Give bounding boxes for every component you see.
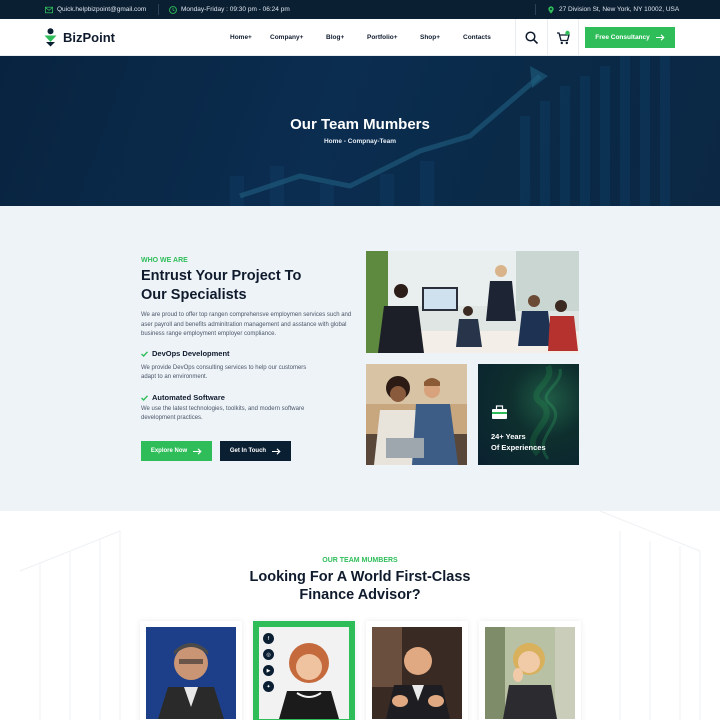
heading-line-1: Looking For A World First-Class <box>249 569 471 585</box>
header-divider <box>515 19 516 56</box>
top-info-bar: Quick.helpbizpoint@gmail.com Monday-Frid… <box>0 0 720 19</box>
logo-text: BizPoint <box>63 30 115 45</box>
breadcrumb[interactable]: Home - Compnay-Team <box>0 138 720 145</box>
free-consultancy-button[interactable]: Free Consultancy <box>585 27 675 48</box>
bizpoint-logo-icon <box>44 28 57 47</box>
member-portrait-image <box>485 627 575 719</box>
check-icon <box>141 350 148 357</box>
twitter-icon[interactable]: ✦ <box>263 681 274 692</box>
address-info: 27 Division St, New York, NY 10002, USA <box>547 0 679 19</box>
experience-label: Of Experiences <box>491 443 546 452</box>
mail-icon <box>45 6 53 13</box>
page-title: Our Team Mumbers <box>290 116 430 133</box>
hours-text: Monday-Friday : 09:30 pm - 06:24 pm <box>181 6 290 13</box>
map-pin-icon <box>548 5 554 14</box>
member-photo <box>485 627 575 719</box>
check-icon <box>141 394 148 401</box>
heading-line-2: Our Specialists <box>141 287 247 303</box>
address-text: 27 Division St, New York, NY 10002, USA <box>559 6 680 13</box>
site-header: BizPoint Home+ Company+ Blog+ Portfolio+… <box>0 19 720 56</box>
feature-label: Automated Software <box>152 393 225 402</box>
instagram-icon[interactable]: ◎ <box>263 649 274 660</box>
colleagues-image <box>366 364 467 465</box>
divider <box>535 4 536 15</box>
page-hero: Our Team Mumbers Home - Compnay-Team <box>0 56 720 206</box>
member-portrait-image <box>372 627 462 719</box>
nav-portfolio[interactable]: Portfolio+ <box>367 34 398 41</box>
section-description: We are proud to offer top rangen compreh… <box>141 312 352 337</box>
arrow-right-icon <box>655 34 665 41</box>
nav-home[interactable]: Home+ <box>230 34 252 41</box>
section-eyebrow: OUR TEAM MUMBERS <box>322 557 398 564</box>
member-photo <box>372 627 462 719</box>
team-member-card[interactable] <box>140 621 242 720</box>
nav-contacts[interactable]: Contacts <box>463 34 491 41</box>
team-member-card[interactable] <box>366 621 468 720</box>
feature-description: We use the latest technologies, toolkits… <box>141 406 305 421</box>
team-section: OUR TEAM MUMBERS Looking For A World Fir… <box>0 511 720 720</box>
hours-info: Monday-Friday : 09:30 pm - 06:24 pm <box>169 0 290 19</box>
experience-text: 24+ Years Of Experiences <box>491 431 546 453</box>
section-eyebrow: WHO WE ARE <box>141 257 188 264</box>
explore-now-button[interactable]: Explore Now <box>141 441 212 461</box>
nav-blog[interactable]: Blog+ <box>326 34 344 41</box>
header-divider <box>578 19 579 56</box>
section-heading: Entrust Your Project To Our Specialists <box>141 267 351 305</box>
about-section: WHO WE ARE Entrust Your Project To Our S… <box>0 206 720 511</box>
section-heading: Looking For A World First-Class Finance … <box>0 568 720 604</box>
background-pattern <box>19 511 701 720</box>
clock-icon <box>169 5 177 14</box>
logo[interactable]: BizPoint <box>44 28 115 47</box>
team-member-card[interactable] <box>479 621 581 720</box>
meeting-photo <box>366 251 579 353</box>
email-info[interactable]: Quick.helpbizpoint@gmail.com <box>45 0 146 19</box>
member-portrait-image <box>146 627 236 719</box>
button-label: Get In Touch <box>229 448 267 454</box>
feature-description: We provide DevOps consulting services to… <box>141 365 307 380</box>
briefcase-icon <box>492 405 507 419</box>
team-meeting-image <box>366 251 579 353</box>
get-in-touch-button[interactable]: Get In Touch <box>220 441 291 461</box>
feature-label: DevOps Development <box>152 349 230 358</box>
colleagues-photo <box>366 364 467 465</box>
arrow-right-icon <box>272 447 281 455</box>
member-photo <box>146 627 236 719</box>
heading-line-1: Entrust Your Project To <box>141 268 302 284</box>
facebook-icon[interactable]: f <box>263 633 274 644</box>
button-label: Explore Now <box>150 448 188 454</box>
team-member-card-active[interactable]: f ◎ ▶ ✦ <box>253 621 355 720</box>
nav-shop[interactable]: Shop+ <box>420 34 440 41</box>
email-text[interactable]: Quick.helpbizpoint@gmail.com <box>57 6 146 13</box>
arrow-right-icon <box>193 447 202 455</box>
youtube-icon[interactable]: ▶ <box>263 665 274 676</box>
nav-company[interactable]: Company+ <box>270 34 303 41</box>
heading-line-2: Finance Advisor? <box>299 587 421 603</box>
feature-title: DevOps Development <box>141 349 230 358</box>
feature-title: Automated Software <box>141 393 225 402</box>
header-divider <box>547 19 548 56</box>
cart-icon[interactable] <box>555 30 571 46</box>
experience-card: 24+ Years Of Experiences <box>478 364 579 465</box>
experience-years: 24+ Years <box>491 432 526 441</box>
divider <box>158 4 159 15</box>
search-icon[interactable] <box>524 30 540 46</box>
cta-label: Free Consultancy <box>595 34 650 41</box>
